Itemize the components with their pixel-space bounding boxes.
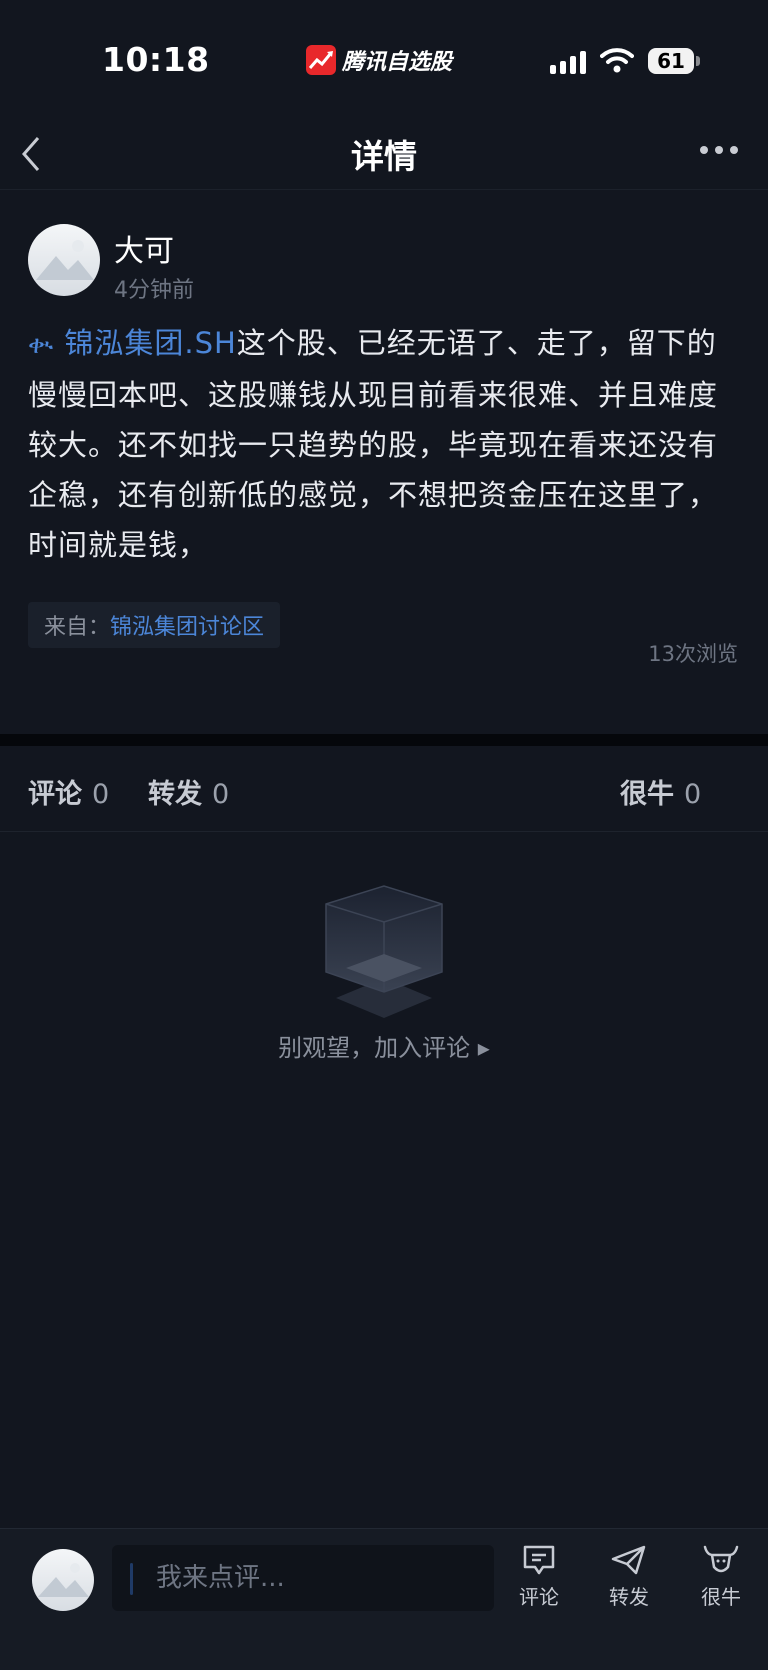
likes-label: 很牛 (620, 779, 674, 810)
nav-bar: 详情 (0, 110, 768, 190)
post-detail-page: 10:18 腾讯自选股 61 详情 大可 4分钟前 ቊ 锦泓集团.SH这个股、已… (0, 0, 768, 1670)
stock-link-label: 锦泓集团.SH (64, 326, 237, 360)
battery-icon: 61 (648, 48, 694, 74)
comment-icon (523, 1545, 555, 1575)
comments-count: 0 (92, 779, 110, 810)
repost-button-label: 转发 (609, 1585, 649, 1609)
input-cursor (130, 1563, 133, 1595)
status-bar: 10:18 腾讯自选股 61 (0, 0, 768, 110)
tab-reposts[interactable]: 转发 0 (148, 772, 229, 811)
wifi-icon (600, 48, 634, 73)
send-icon (611, 1545, 646, 1575)
post-time: 4分钟前 (114, 278, 194, 303)
battery-tip (696, 56, 700, 66)
empty-box-icon (325, 885, 443, 1018)
app-logo-icon (306, 45, 336, 75)
tab-comments[interactable]: 评论 0 (28, 772, 109, 811)
source-prefix: 来自： (44, 615, 111, 640)
comment-button[interactable]: 评论 (504, 1543, 574, 1610)
like-button[interactable]: 很牛 (686, 1543, 756, 1610)
like-button-label: 很牛 (701, 1585, 741, 1609)
comment-button-label: 评论 (519, 1585, 559, 1609)
stock-link[interactable]: ቊ 锦泓集团.SH (28, 326, 237, 360)
author-name[interactable]: 大可 (114, 226, 174, 270)
app-name: 腾讯自选股 (342, 50, 453, 75)
comment-input[interactable] (112, 1545, 494, 1611)
post-text: 这个股、已经无语了、走了，留下的慢慢回本吧、这股赚钱从现目前看来很难、并且难度较… (28, 326, 719, 562)
join-comment-prompt[interactable]: 别观望，加入评论 ▸ (0, 1028, 768, 1063)
user-avatar (32, 1549, 94, 1611)
post-card: 大可 4分钟前 ቊ 锦泓集团.SH这个股、已经无语了、走了，留下的慢慢回本吧、这… (0, 190, 768, 734)
section-divider (0, 734, 768, 746)
source-tag[interactable]: 来自： 锦泓集团讨论区 (28, 602, 281, 648)
more-options-button[interactable] (700, 146, 738, 154)
app-badge: 腾讯自选股 (306, 44, 452, 76)
repost-button[interactable]: 转发 (594, 1543, 664, 1610)
bull-icon (703, 1545, 739, 1573)
post-body: ቊ 锦泓集团.SH这个股、已经无语了、走了，留下的慢慢回本吧、这股赚钱从现目前看… (28, 318, 742, 570)
comments-label: 评论 (28, 779, 82, 810)
cellular-signal-icon (550, 50, 586, 74)
dot-icon (700, 146, 708, 154)
bottom-action-bar: 评论 转发 很牛 (0, 1528, 768, 1670)
status-time: 10:18 (102, 40, 210, 79)
page-title: 详情 (351, 137, 417, 176)
candlestick-icon: ቊ (28, 330, 55, 359)
source-forum-link: 锦泓集团讨论区 (110, 615, 265, 640)
dot-icon (730, 146, 738, 154)
dot-icon (715, 146, 723, 154)
author-avatar[interactable] (28, 224, 100, 296)
engagement-stats: 评论 0 转发 0 很牛 0 (0, 746, 768, 832)
view-count: 13次浏览 (648, 642, 738, 666)
tab-likes[interactable]: 很牛 0 (620, 772, 701, 811)
reposts-label: 转发 (148, 779, 202, 810)
reposts-count: 0 (212, 779, 230, 810)
likes-count: 0 (684, 779, 702, 810)
